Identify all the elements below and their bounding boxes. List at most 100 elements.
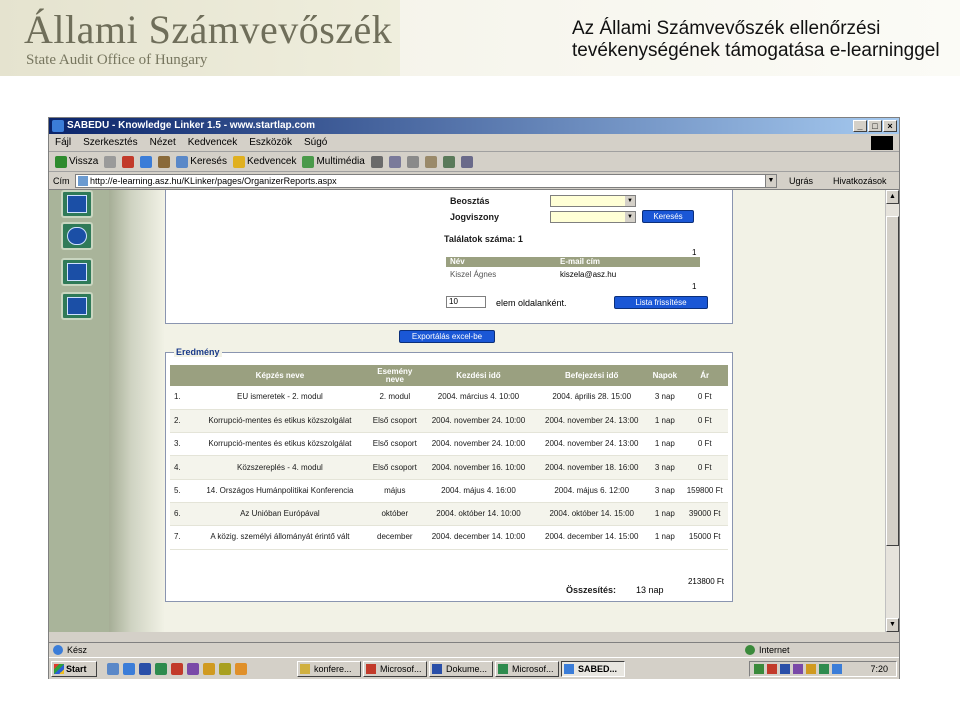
col-name: Név bbox=[450, 257, 465, 266]
result-legend: Eredmény bbox=[174, 347, 222, 357]
search-submit-button[interactable]: Keresés bbox=[642, 210, 694, 223]
header-event[interactable]: Esemény neve bbox=[367, 365, 422, 386]
forward-button[interactable] bbox=[104, 155, 117, 168]
stop-button[interactable] bbox=[122, 155, 135, 168]
back-button[interactable]: Vissza bbox=[55, 155, 98, 168]
powerpoint-icon[interactable] bbox=[171, 663, 183, 675]
task-sabedu[interactable]: SABED... bbox=[561, 661, 625, 677]
history-button[interactable] bbox=[370, 155, 383, 168]
per-page-input[interactable]: 10 bbox=[446, 296, 486, 308]
cell-course[interactable]: A közig. személyi állományát érintő vált bbox=[192, 525, 368, 550]
pager-bottom[interactable]: 1 bbox=[692, 282, 696, 291]
employment-select[interactable]: ▼ bbox=[550, 211, 636, 223]
back-arrow-icon bbox=[55, 155, 67, 168]
speaker-icon[interactable] bbox=[806, 664, 816, 674]
nav-shadow bbox=[109, 190, 165, 632]
discuss-button[interactable] bbox=[442, 155, 455, 168]
vertical-scrollbar[interactable]: ▲ ▼ bbox=[885, 190, 899, 632]
links-button[interactable]: Hivatkozások bbox=[833, 172, 887, 190]
cell-course[interactable]: Korrupció-mentes és etikus közszolgálat bbox=[192, 409, 368, 434]
toolbar: Vissza Keresés Kedvencek Multimédia bbox=[49, 152, 899, 172]
cell-start: 2004. május 4. 16:00 bbox=[421, 479, 536, 503]
nav-button-org-chart[interactable] bbox=[61, 190, 93, 218]
print-button[interactable] bbox=[406, 155, 419, 168]
slide: Állami Számvevőszék State Audit Office o… bbox=[0, 0, 960, 709]
app-icon[interactable] bbox=[235, 663, 247, 675]
refresh-list-button[interactable]: Lista frissítése bbox=[614, 296, 708, 309]
tray-app-icon[interactable] bbox=[793, 664, 803, 674]
tray-excel-icon[interactable] bbox=[819, 664, 829, 674]
favorites-button[interactable]: Kedvencek bbox=[232, 155, 296, 168]
task-microsoft-1[interactable]: Microsof... bbox=[363, 661, 427, 677]
header-end[interactable]: Befejezési idő bbox=[535, 365, 649, 386]
cell-course[interactable]: Közszereplés - 4. modul bbox=[192, 455, 368, 480]
media-icon[interactable] bbox=[203, 663, 215, 675]
header-days[interactable]: Napok bbox=[648, 365, 682, 386]
refresh-button[interactable] bbox=[140, 155, 153, 168]
cell-price: 39000 Ft bbox=[681, 502, 728, 527]
edit-button[interactable] bbox=[424, 155, 437, 168]
header-start[interactable]: Kezdési idő bbox=[421, 365, 536, 386]
cell-course[interactable]: 14. Országos Humánpolitikai Konferencia bbox=[192, 479, 368, 503]
nav-button-calendar[interactable] bbox=[61, 258, 93, 286]
window-titlebar[interactable]: SABEDU - Knowledge Linker 1.5 - www.star… bbox=[49, 118, 899, 134]
go-button[interactable]: Ugrás bbox=[789, 172, 813, 190]
page-content: Beosztás ▼ Jogviszony ▼ Keresés Találato… bbox=[49, 190, 885, 632]
result-email[interactable]: kiszela@asz.hu bbox=[560, 270, 616, 279]
task-label: Microsof... bbox=[512, 664, 554, 674]
task-microsoft-2[interactable]: Microsof... bbox=[495, 661, 559, 677]
nav-button-clock[interactable] bbox=[61, 222, 93, 250]
print-icon bbox=[406, 155, 419, 168]
scroll-up-icon[interactable]: ▲ bbox=[886, 190, 899, 204]
minimize-button[interactable]: _ bbox=[853, 120, 867, 132]
maximize-button[interactable]: □ bbox=[868, 120, 882, 132]
search-button[interactable]: Keresés bbox=[176, 155, 227, 168]
folder-icon[interactable] bbox=[219, 663, 231, 675]
scroll-down-icon[interactable]: ▼ bbox=[886, 618, 899, 632]
menu-help[interactable]: Súgó bbox=[304, 134, 327, 151]
cell-end: 2004. április 28. 15:00 bbox=[535, 386, 649, 410]
excel-icon[interactable] bbox=[155, 663, 167, 675]
position-select[interactable]: ▼ bbox=[550, 195, 636, 207]
logo-subtitle: State Audit Office of Hungary bbox=[26, 52, 208, 68]
cell-course[interactable]: Az Unióban Európával bbox=[192, 502, 368, 527]
word-icon[interactable] bbox=[139, 663, 151, 675]
menu-tools[interactable]: Eszközök bbox=[249, 134, 292, 151]
scroll-thumb[interactable] bbox=[886, 216, 899, 546]
norton-icon[interactable] bbox=[780, 664, 790, 674]
nav-button-eject[interactable] bbox=[61, 292, 93, 320]
close-button[interactable]: × bbox=[883, 120, 897, 132]
forward-arrow-icon bbox=[104, 155, 117, 168]
cell-course[interactable]: EU ismeretek - 2. modul bbox=[192, 386, 368, 410]
header-course[interactable]: Képzés neve bbox=[192, 365, 368, 386]
header-price[interactable]: Ár bbox=[681, 365, 728, 386]
cell-start: 2004. november 16. 10:00 bbox=[421, 455, 536, 480]
menu-file[interactable]: Fájl bbox=[55, 134, 71, 151]
task-dokumentum[interactable]: Dokume... bbox=[429, 661, 493, 677]
menu-view[interactable]: Nézet bbox=[150, 134, 176, 151]
mail-button[interactable] bbox=[388, 155, 401, 168]
menu-favorites[interactable]: Kedvencek bbox=[188, 134, 237, 151]
language-icon[interactable] bbox=[832, 664, 842, 674]
antivirus-icon[interactable] bbox=[767, 664, 777, 674]
word-icon bbox=[432, 664, 442, 674]
messenger-button[interactable] bbox=[460, 155, 473, 168]
result-name[interactable]: Kiszel Ágnes bbox=[450, 270, 496, 279]
address-dropdown-icon[interactable]: ▼ bbox=[765, 174, 777, 188]
pager-top[interactable]: 1 bbox=[692, 248, 696, 257]
cell-course[interactable]: Korrupció-mentes és etikus közszolgálat bbox=[192, 432, 368, 457]
ie-quicklaunch-icon[interactable] bbox=[123, 663, 135, 675]
multimedia-button[interactable]: Multimédia bbox=[302, 155, 365, 168]
outlook-icon[interactable] bbox=[187, 663, 199, 675]
cell-price: 0 Ft bbox=[681, 455, 728, 480]
cell-event: október bbox=[367, 502, 422, 527]
desktop-icon[interactable] bbox=[107, 663, 119, 675]
start-button[interactable]: Start bbox=[51, 661, 97, 677]
network-icon[interactable] bbox=[754, 664, 764, 674]
menu-edit[interactable]: Szerkesztés bbox=[83, 134, 137, 151]
address-input[interactable]: http://e-learning.asz.hu/KLinker/pages/O… bbox=[75, 174, 777, 188]
home-button[interactable] bbox=[158, 155, 171, 168]
export-excel-button[interactable]: Exportálás excel-be bbox=[399, 330, 495, 343]
cell-end: 2004. május 6. 12:00 bbox=[535, 479, 649, 503]
task-konferencia[interactable]: konfere... bbox=[297, 661, 361, 677]
